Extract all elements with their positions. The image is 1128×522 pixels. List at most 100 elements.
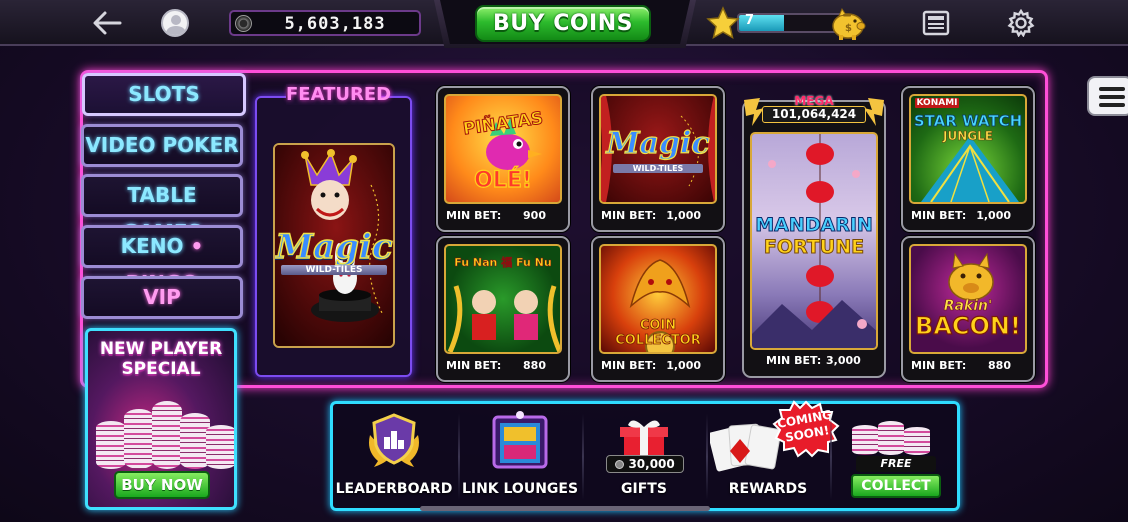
game-tile-coin-collector[interactable]: COIN COLLECTOR MIN BET: 1,000 (591, 236, 725, 382)
featured-game-magic-wild-tiles[interactable]: Magic WILD-TILES (273, 143, 395, 348)
game-artwork: Fu Nan 福 Fu Nu (444, 244, 562, 354)
game-tile-mandarin-fortune[interactable]: MANDARIN FORTUNE MIN BET: 3,000 (742, 100, 886, 378)
game-tile-rakin-bacon[interactable]: Rakin' BACON! MIN BET: 880 (901, 236, 1035, 382)
level-number: 7 (745, 13, 755, 28)
promo-title: NEW PLAYER SPECIAL (88, 339, 234, 379)
featured-label: FEATURED (286, 84, 392, 105)
piggy-bank-icon[interactable]: $ (828, 5, 868, 41)
min-bet-value: 1,000 (666, 359, 701, 372)
tab-vip[interactable]: VIP (81, 276, 243, 319)
tab-video-poker-label: VIDEO POKER (85, 133, 239, 157)
profile-avatar-icon[interactable] (161, 9, 189, 37)
game-subtitle: BACON! (914, 311, 1021, 340)
chip-stack-image (96, 421, 126, 469)
min-bet-label: MIN BET: (446, 209, 502, 222)
rewards-label: REWARDS (728, 481, 808, 497)
coin-balance: 5,603,183 (284, 14, 386, 34)
tab-keno-label: KENO (120, 234, 184, 258)
back-arrow-icon[interactable] (90, 8, 124, 38)
min-bet-value: 3,000 (826, 354, 861, 367)
menu-line (1099, 103, 1125, 107)
featured-game-title: Magic (275, 226, 393, 268)
new-player-special-promo[interactable]: NEW PLAYER SPECIAL BUY NOW (85, 328, 237, 510)
min-bet-row: MIN BET: 1,000 (601, 357, 715, 375)
min-bet-row: MIN BET: 880 (911, 357, 1025, 375)
min-bet-row: MIN BET: 880 (446, 357, 560, 375)
free-bonus-label: FREE BONUS! (856, 456, 936, 486)
min-bet-row: MIN BET: 1,000 (601, 207, 715, 225)
game-brand: KONAMI (915, 98, 959, 108)
tab-table-games[interactable]: TABLE GAMES (81, 174, 243, 244)
min-bet-value: 1,000 (976, 209, 1011, 222)
game-artwork: COIN COLLECTOR (599, 244, 717, 354)
game-tile-magic-wild-tiles[interactable]: Magic WILD-TILES MIN BET: 1,000 (591, 86, 725, 232)
chip-icon (615, 460, 625, 469)
game-tile-fu-nan-fu-nu[interactable]: Fu Nan 福 Fu Nu MIN BET: 880 (436, 236, 570, 382)
game-title: COIN COLLECTOR (615, 318, 701, 349)
link-lounges-button[interactable]: LINK LOUNGES (458, 403, 582, 509)
svg-text:$: $ (845, 23, 852, 34)
mega-jackpot-value: 101,064,424 (762, 106, 866, 123)
menu-line (1099, 87, 1125, 91)
gifts-amount-badge: 30,000 (606, 455, 684, 473)
min-bet-label: MIN BET: (601, 209, 657, 222)
game-title: STAR WATCH (913, 112, 1023, 131)
min-bet-value: 1,000 (666, 209, 701, 222)
min-bet-value: 880 (988, 359, 1011, 372)
leaderboard-label: LEADERBOARD (335, 481, 453, 497)
min-bet-label: MIN BET: (766, 354, 822, 367)
coin-icon (235, 15, 252, 32)
coin-balance-box: 5,603,183 (229, 10, 421, 36)
tab-video-poker[interactable]: VIDEO POKER (81, 124, 243, 167)
min-bet-value: 900 (523, 209, 546, 222)
chip-stack-image (124, 409, 154, 469)
promo-title-line1: NEW PLAYER (99, 339, 223, 359)
min-bet-value: 880 (523, 359, 546, 372)
hamburger-menu-icon[interactable] (1087, 76, 1128, 116)
level-star-icon[interactable] (706, 6, 740, 40)
chip-stack-image (152, 401, 182, 469)
gifts-amount: 30,000 (628, 457, 675, 471)
lounge-screen-icon (492, 411, 548, 469)
min-bet-label: MIN BET: (911, 209, 967, 222)
game-title: Magic (606, 125, 710, 161)
game-artwork: MANDARIN FORTUNE (750, 132, 878, 350)
game-artwork: Rakin' BACON! (909, 244, 1027, 354)
promo-title-line2: SPECIAL (121, 359, 201, 379)
min-bet-row: MIN BET: 900 (446, 207, 560, 225)
gifts-label: GIFTS (621, 481, 667, 497)
leaderboard-button[interactable]: LEADERBOARD (332, 403, 456, 509)
min-bet-label: MIN BET: (911, 359, 967, 372)
game-title: Fu Nan 福 Fu Nu (454, 256, 552, 270)
featured-game-subtitle: WILD-TILES (281, 265, 387, 275)
buy-coins-button[interactable]: BUY COINS (475, 5, 651, 42)
gear-icon[interactable] (1007, 9, 1035, 37)
min-bet-row: MIN BET: 1,000 (911, 207, 1025, 225)
chip-stack-image (878, 421, 904, 455)
min-bet-label: MIN BET: (601, 359, 657, 372)
tab-slots[interactable]: SLOTS (82, 73, 246, 116)
tab-separator: • (190, 234, 204, 258)
min-bet-label: MIN BET: (446, 359, 502, 372)
game-artwork: KONAMI STAR WATCH JUNGLE (909, 94, 1027, 204)
game-tile-star-watch-jungle[interactable]: KONAMI STAR WATCH JUNGLE MIN BET: 1,000 (901, 86, 1035, 232)
chip-stack-image (852, 425, 878, 455)
leaderboard-shield-icon (369, 413, 419, 467)
chip-stack-image (904, 427, 930, 455)
game-subtitle: WILD-TILES (613, 164, 703, 173)
link-lounges-label: LINK LOUNGES (461, 481, 579, 497)
news-icon[interactable] (922, 10, 950, 36)
buy-now-button[interactable]: BUY NOW (114, 471, 210, 499)
min-bet-row: MIN BET: 3,000 (766, 352, 876, 370)
game-tile-pinatas-ole[interactable]: PIÑATAS OLÉ! MIN BET: 900 (436, 86, 570, 232)
game-subtitle: JUNGLE (943, 129, 994, 144)
tab-vip-label: VIP (143, 285, 181, 309)
game-title: MANDARIN (755, 214, 874, 237)
tab-keno-bingo[interactable]: KENO • BINGO (81, 225, 243, 295)
horizontal-scrollbar[interactable] (420, 506, 710, 511)
menu-line (1099, 95, 1125, 99)
collect-button[interactable]: COLLECT (851, 474, 941, 498)
tab-slots-label: SLOTS (128, 82, 200, 106)
chip-stack-image (206, 425, 234, 469)
game-artwork: Magic WILD-TILES (599, 94, 717, 204)
